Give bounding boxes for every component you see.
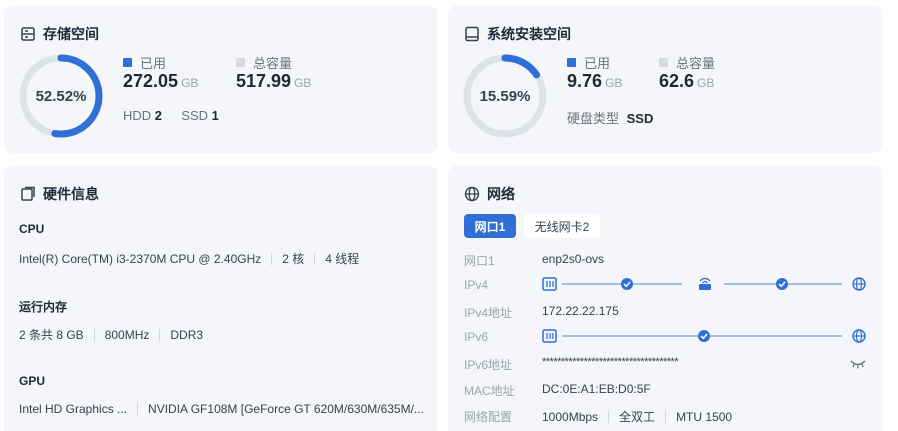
divider [665, 410, 667, 423]
total-color-swatch [236, 58, 245, 67]
system-total-unit: GB [697, 76, 715, 90]
port-value: enp2s0-ovs [542, 252, 605, 266]
hardware-card-title: 硬件信息 [20, 184, 99, 204]
ipv6-addr-label: IPv6地址 [464, 358, 513, 372]
storage-title-text: 存储空间 [43, 26, 99, 42]
system-total-value: 62.6 GB [659, 71, 714, 92]
memory-type: DDR3 [170, 327, 204, 342]
gpu-info-row: Intel HD Graphics ... NVIDIA GF108M [GeF… [19, 402, 424, 416]
config-values: 1000Mbps 全双工 MTU 1500 [542, 408, 732, 425]
hardware-icon [21, 186, 35, 201]
globe-icon [464, 186, 480, 202]
check-icon [621, 278, 633, 290]
mac-value: DC:0E:A1:EB:D0:5F [542, 382, 651, 396]
storage-total-label: 总容量 [253, 56, 293, 71]
config-label: 网络配置 [464, 410, 513, 424]
eye-closed-icon[interactable] [850, 358, 866, 370]
cpu-label: CPU [19, 222, 45, 236]
cpu-model: Intel(R) Core(TM) i3-2370M CPU @ 2.40GHz [19, 251, 262, 266]
system-total-number: 62.6 [659, 71, 695, 91]
system-used-label: 已用 [584, 56, 611, 71]
gpu-integrated: Intel HD Graphics ... [19, 402, 128, 416]
ipv6-addr-value: ************************************ [542, 356, 679, 368]
ipv4-addr-label: IPv4地址 [464, 306, 513, 320]
hardware-title-text: 硬件信息 [43, 186, 99, 202]
storage-icon [21, 27, 35, 41]
storage-total-unit: GB [294, 76, 312, 90]
system-total-legend: 总容量 [659, 53, 715, 72]
config-speed: 1000Mbps [542, 409, 599, 424]
storage-used-legend: 已用 [123, 53, 166, 72]
gpu-label: GPU [19, 374, 46, 388]
storage-total-number: 517.99 [236, 71, 292, 91]
storage-card-title: 存储空间 [20, 24, 99, 44]
memory-label: 运行内存 [19, 300, 68, 314]
total-color-swatch [659, 58, 668, 67]
cpu-threads: 4 线程 [325, 252, 360, 266]
ipv4-topology [542, 277, 866, 291]
storage-used-number: 272.05 [123, 71, 179, 91]
ipv4-addr-value: 172.22.22.175 [542, 304, 619, 318]
system-card-title: 系统安装空间 [464, 24, 571, 44]
ipv4-label: IPv4 [464, 278, 489, 292]
config-mtu: MTU 1500 [676, 409, 733, 424]
storage-card: 存储空间 52.52% 已用 总容量 272.05 GB 517.99 GB HDD… [4, 6, 438, 153]
ssd-label: SSD [181, 108, 209, 123]
cpu-cores: 2 核 [282, 252, 305, 266]
check-icon [698, 330, 710, 342]
storage-used-unit: GB [181, 76, 199, 90]
check-icon [776, 278, 788, 290]
memory-info-row: 2 条共 8 GB 800MHz DDR3 [19, 326, 203, 343]
system-title-text: 系统安装空间 [487, 26, 571, 42]
tab-port-1[interactable]: 网口1 [464, 214, 516, 238]
divider [271, 252, 273, 265]
network-title-text: 网络 [487, 186, 515, 202]
config-duplex: 全双工 [619, 410, 656, 424]
hardware-card: 硬件信息 CPU Intel(R) Core(TM) i3-2370M CPU … [4, 166, 438, 431]
system-install-card: 系统安装空间 15.59% 已用 总容量 9.76 GB 62.6 GB 硬盘类型 … [448, 6, 882, 153]
storage-used-label: 已用 [140, 56, 167, 71]
divider [608, 410, 610, 423]
storage-used-value: 272.05 GB [123, 71, 198, 92]
ssd-count: 1 [211, 108, 219, 123]
system-disk-type: 硬盘类型 SSD [567, 108, 653, 127]
hdd-label: HDD [123, 108, 152, 123]
hdd-count: 2 [154, 108, 163, 123]
disk-type-label: 硬盘类型 [567, 111, 620, 126]
storage-disk-counts: HDD 2 SSD 1 [123, 108, 219, 123]
divider [314, 252, 316, 265]
network-card: 网络 网口1 无线网卡2 网口1 enp2s0-ovs IPv4 IPv4地址 … [448, 166, 882, 431]
globe-icon [852, 329, 866, 343]
memory-speed: 800MHz [104, 327, 150, 342]
system-used-unit: GB [605, 76, 623, 90]
system-used-value: 9.76 GB [567, 71, 622, 92]
divider [159, 328, 161, 341]
used-color-swatch [123, 58, 132, 67]
divider [93, 328, 95, 341]
router-icon [699, 277, 711, 290]
divider [137, 403, 139, 415]
gpu-discrete: NVIDIA GF108M [GeForce GT 620M/630M/635M… [148, 402, 424, 416]
globe-icon [852, 277, 866, 291]
storage-total-value: 517.99 GB [236, 71, 311, 92]
mac-label: MAC地址 [464, 384, 515, 398]
disk-icon [465, 26, 479, 42]
system-used-number: 9.76 [567, 71, 603, 91]
system-percent: 15.59% [479, 87, 531, 105]
ipv6-topology [542, 329, 866, 343]
memory-sticks: 2 条共 8 GB [19, 328, 84, 342]
ipv6-label: IPv6 [464, 330, 489, 344]
port-label: 网口1 [464, 254, 495, 268]
used-color-swatch [567, 58, 576, 67]
system-used-legend: 已用 [567, 53, 610, 72]
tab-wireless-2[interactable]: 无线网卡2 [524, 214, 600, 238]
cpu-info-row: Intel(R) Core(TM) i3-2370M CPU @ 2.40GHz… [19, 250, 359, 267]
storage-percent: 52.52% [35, 87, 87, 105]
system-total-label: 总容量 [676, 56, 716, 71]
storage-total-legend: 总容量 [236, 53, 292, 72]
disk-type-value: SSD [626, 111, 654, 126]
network-card-title: 网络 [464, 184, 515, 204]
